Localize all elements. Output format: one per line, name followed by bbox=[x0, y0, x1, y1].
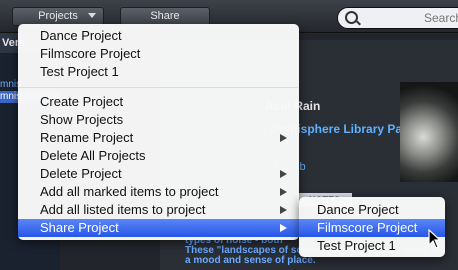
submenu-arrow-icon bbox=[280, 170, 287, 178]
search-field[interactable] bbox=[337, 7, 458, 29]
menu-item-label: Delete Project bbox=[40, 166, 122, 181]
menu-item-share-project[interactable]: Share Project bbox=[18, 219, 299, 237]
menu-item-add-listed-items[interactable]: Add all listed items to project bbox=[18, 201, 299, 219]
menu-separator bbox=[19, 87, 298, 88]
submenu-arrow-icon bbox=[280, 188, 287, 196]
menu-item-label: Add all marked items to project bbox=[40, 184, 219, 199]
submenu-arrow-icon bbox=[280, 224, 287, 232]
menu-item-create-project[interactable]: Create Project bbox=[18, 93, 299, 111]
submenu-arrow-icon bbox=[280, 134, 287, 142]
chevron-down-icon bbox=[88, 13, 96, 18]
submenu-item-filmscore-project[interactable]: Filmscore Project bbox=[299, 219, 445, 237]
projects-menu: Dance Project Filmscore Project Test Pro… bbox=[18, 24, 299, 240]
menu-item-dance-project[interactable]: Dance Project bbox=[18, 27, 299, 45]
search-icon bbox=[345, 11, 358, 24]
submenu-item-dance-project[interactable]: Dance Project bbox=[299, 201, 445, 219]
menu-item-delete-all-projects[interactable]: Delete All Projects bbox=[18, 147, 299, 165]
menu-item-label: Rename Project bbox=[40, 130, 134, 145]
menu-item-label: Delete All Projects bbox=[40, 148, 146, 163]
menu-item-rename-project[interactable]: Rename Project bbox=[18, 129, 299, 147]
menu-item-label: Show Projects bbox=[40, 112, 124, 127]
menu-item-delete-project[interactable]: Delete Project bbox=[18, 165, 299, 183]
share-project-submenu: Dance Project Filmscore Project Test Pro… bbox=[299, 197, 445, 257]
search-input[interactable] bbox=[424, 10, 458, 26]
menu-item-show-projects[interactable]: Show Projects bbox=[18, 111, 299, 129]
menu-item-label: Share Project bbox=[40, 220, 119, 235]
submenu-item-test-project-1[interactable]: Test Project 1 bbox=[299, 237, 445, 255]
menu-item-test-project-1[interactable]: Test Project 1 bbox=[18, 63, 299, 81]
menu-item-add-marked-items[interactable]: Add all marked items to project bbox=[18, 183, 299, 201]
description-line: a mood and sense of place. bbox=[185, 255, 316, 266]
menu-item-label: Add all listed items to project bbox=[40, 202, 206, 217]
mouse-cursor-icon bbox=[428, 229, 442, 249]
patch-artwork bbox=[400, 82, 458, 182]
menu-item-label: Create Project bbox=[40, 94, 124, 109]
projects-button-label: Projects bbox=[38, 10, 78, 22]
menu-item-filmscore-project[interactable]: Filmscore Project bbox=[18, 45, 299, 63]
submenu-arrow-icon bbox=[280, 206, 287, 214]
